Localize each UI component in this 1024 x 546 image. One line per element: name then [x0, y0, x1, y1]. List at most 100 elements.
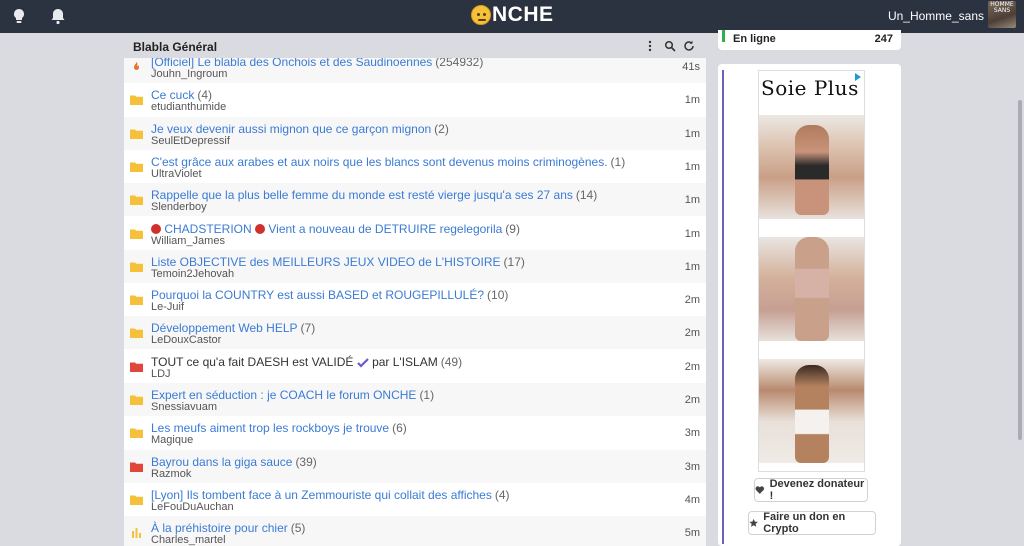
topic-author[interactable]: etudianthumide — [151, 101, 226, 113]
topic-row[interactable]: Ce cuck (4) etudianthumide 1m — [124, 83, 706, 117]
reply-count: (10) — [487, 288, 509, 303]
topic-time: 1m — [684, 194, 700, 207]
advertisement[interactable]: Soie Plus — [758, 70, 865, 472]
topic-title-line: Liste OBJECTIVE des MEILLEURS JEUX VIDEO… — [151, 255, 525, 269]
topic-title[interactable]: Bayrou dans la giga sauce — [151, 455, 292, 469]
folder-icon — [130, 162, 143, 172]
topic-row[interactable]: Bayrou dans la giga sauce (39) Razmok 3m — [124, 449, 706, 483]
online-label: En ligne — [733, 33, 776, 45]
topic-row[interactable]: Pourquoi la COUNTRY est aussi BASED et R… — [124, 283, 706, 317]
topic-row[interactable]: Développement Web HELP (7) LeDouxCastor 2m — [124, 316, 706, 350]
red-dot-icon — [151, 223, 161, 234]
avatar[interactable]: HOMME SANS — [988, 1, 1016, 28]
lightbulb-icon[interactable] — [10, 7, 28, 25]
more-vertical-icon[interactable] — [644, 40, 656, 52]
topic-title[interactable]: Les meufs aiment trop les rockboys je tr… — [151, 421, 389, 435]
topic-author[interactable]: SeulEtDepressif — [151, 135, 230, 147]
reply-count: (49) — [440, 354, 463, 369]
topic-row[interactable]: CHADSTERION Vient a nouveau de DETRUIRE … — [124, 216, 706, 250]
topic-title-prefix[interactable]: TOUT ce qu'a fait DAESH est VALIDÉ — [151, 355, 353, 369]
forum-header: Blabla Général — [124, 34, 706, 58]
red-folder-icon — [130, 362, 143, 372]
topic-title[interactable]: C'est grâce aux arabes et aux noirs que … — [151, 155, 608, 169]
avatar-caption: HOMME SANS — [990, 1, 1014, 14]
topic-author[interactable]: Magique — [151, 434, 193, 446]
online-count: 247 — [874, 33, 893, 45]
topic-row[interactable]: Rappelle que la plus belle femme du mond… — [124, 183, 706, 217]
topic-row[interactable]: Je veux devenir aussi mignon que ce garç… — [124, 116, 706, 150]
topic-title[interactable]: Ce cuck — [151, 88, 194, 102]
donate-button[interactable]: Devenez donateur ! — [754, 478, 868, 502]
search-icon[interactable] — [664, 40, 676, 52]
topic-author[interactable]: Le-Juif — [151, 301, 184, 313]
topic-author[interactable]: Temoin2Jehovah — [151, 268, 234, 280]
topic-author[interactable]: LeDouxCastor — [151, 334, 221, 346]
crypto-donate-label: Faire un don en Crypto — [763, 511, 846, 535]
topic-author[interactable]: Charles_martel — [151, 534, 226, 546]
topic-title[interactable]: [Lyon] Ils tombent face à un Zemmouriste… — [151, 488, 492, 502]
scrollbar[interactable] — [1018, 100, 1022, 440]
topic-row[interactable]: [Lyon] Ils tombent face à un Zemmouriste… — [124, 482, 706, 516]
ad-divider — [722, 70, 724, 544]
topic-author[interactable]: Razmok — [151, 468, 191, 480]
ad-photo-2 — [759, 237, 864, 341]
topic-title-prefix[interactable]: CHADSTERION — [164, 222, 251, 236]
topic-title[interactable]: Développement Web HELP — [151, 321, 298, 335]
reply-count: (1) — [610, 154, 626, 169]
username[interactable]: Un_Homme_sans — [888, 9, 984, 23]
online-indicator — [722, 30, 725, 42]
topic-title[interactable]: Expert en séduction : je COACH le forum … — [151, 388, 416, 402]
topic-title[interactable]: Rappelle que la plus belle femme du mond… — [151, 188, 573, 202]
topic-title[interactable]: Pourquoi la COUNTRY est aussi BASED et R… — [151, 288, 484, 302]
reply-count: (2) — [434, 121, 449, 136]
topic-row[interactable]: Liste OBJECTIVE des MEILLEURS JEUX VIDEO… — [124, 249, 706, 283]
topic-row[interactable]: C'est grâce aux arabes et aux noirs que … — [124, 149, 706, 183]
folder-icon — [130, 129, 143, 139]
topic-author[interactable]: LeFouDuAuchan — [151, 501, 234, 513]
topic-author[interactable]: Snessiavuam — [151, 401, 217, 413]
topic-time: 1m — [684, 227, 700, 240]
topic-title-line: [Lyon] Ils tombent face à un Zemmouriste… — [151, 488, 510, 502]
reply-count: (5) — [290, 521, 306, 536]
topic-row[interactable]: À la préhistoire pour chier (5) Charles_ma… — [124, 516, 706, 546]
topic-title[interactable]: par L'ISLAM — [372, 355, 438, 369]
crypto-donate-button[interactable]: Faire un don en Crypto — [748, 511, 876, 535]
logo-smiley-icon — [471, 5, 491, 25]
topic-time: 2m — [684, 327, 700, 340]
topic-title[interactable]: Je veux devenir aussi mignon que ce garç… — [151, 122, 431, 136]
star-icon — [749, 518, 758, 527]
topic-row[interactable]: Les meufs aiment trop les rockboys je tr… — [124, 416, 706, 450]
topic-author[interactable]: LDJ — [151, 368, 171, 380]
topic-title[interactable]: Vient a nouveau de DETRUIRE regelegorila — [268, 222, 502, 236]
bell-icon[interactable] — [49, 7, 67, 25]
reply-count: (1) — [419, 388, 435, 402]
topic-time: 2m — [684, 360, 700, 373]
topic-title-line: Ce cuck (4) — [151, 88, 212, 102]
topic-title[interactable]: À la préhistoire pour chier — [151, 521, 288, 535]
topic-title-line: À la préhistoire pour chier (5) — [151, 521, 305, 535]
topic-row[interactable]: TOUT ce qu'a fait DAESH est VALIDÉ par L… — [124, 349, 706, 383]
folder-icon — [130, 229, 143, 239]
ad-panel: Soie Plus — [718, 64, 901, 546]
reply-count: (6) — [392, 421, 407, 436]
folder-icon — [130, 262, 143, 272]
topic-row[interactable]: Expert en séduction : je COACH le forum … — [124, 383, 706, 416]
topic-author[interactable]: William_James — [151, 235, 225, 247]
topic-author[interactable]: Slenderboy — [151, 201, 207, 213]
topic-time: 1m — [684, 260, 700, 273]
topic-title-line: Les meufs aiment trop les rockboys je tr… — [151, 421, 407, 435]
topic-author[interactable]: UltraViolet — [151, 168, 202, 180]
topic-title-line: TOUT ce qu'a fait DAESH est VALIDÉ par L… — [151, 355, 462, 369]
topic-row[interactable]: [Officiel] Le blabla des Onchois et des … — [124, 58, 706, 83]
folder-icon — [130, 428, 143, 439]
topic-author[interactable]: Jouhn_Ingroum — [151, 68, 227, 80]
fire-icon — [134, 61, 139, 70]
topic-title[interactable]: Liste OBJECTIVE des MEILLEURS JEUX VIDEO… — [151, 255, 501, 269]
folder-icon — [130, 395, 143, 405]
refresh-icon[interactable] — [683, 40, 695, 52]
topic-time: 41s — [682, 61, 700, 73]
folder-icon — [130, 295, 143, 306]
ad-choices-icon[interactable] — [853, 72, 863, 82]
verified-check-icon — [356, 357, 369, 368]
onche-logo[interactable]: NCHE — [471, 3, 554, 27]
